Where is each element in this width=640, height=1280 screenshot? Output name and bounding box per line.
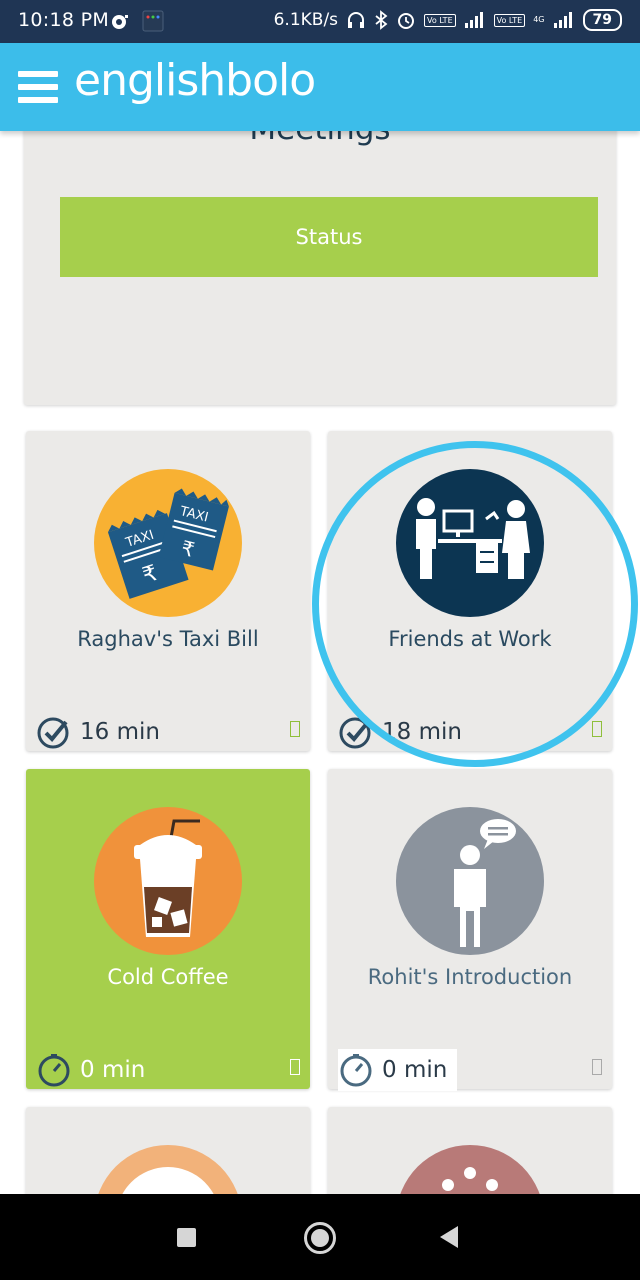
lesson-duration: 0 min (36, 1049, 151, 1091)
app-header: englishbolo (0, 43, 640, 131)
app-notification-icon (142, 10, 164, 32)
lock-icon (290, 1059, 300, 1075)
duration-text: 0 min (80, 1057, 146, 1083)
lesson-title: Cold Coffee (107, 965, 229, 989)
status-left-icons (110, 10, 164, 32)
status-button[interactable]: Status (60, 197, 598, 277)
menu-icon[interactable] (18, 71, 58, 105)
lock-icon (592, 721, 602, 737)
volte-badge-2: Vo LTE (493, 13, 526, 27)
duration-text: 0 min (382, 1057, 448, 1083)
headphones-icon (348, 12, 365, 28)
status-right: 6.1KB/s Vo LTE Vo LTE 4G 79 (274, 9, 622, 31)
status-time: 10:18 PM (18, 9, 110, 31)
system-nav-bar (0, 1194, 640, 1280)
lesson-card-partial-2[interactable] (328, 1107, 612, 1194)
person-speaking-icon (396, 807, 544, 955)
meetings-title: Meetings (24, 131, 616, 147)
lock-icon (592, 1059, 602, 1075)
lesson-card-cold-coffee[interactable]: Cold Coffee 0 min (26, 769, 310, 1089)
office-colleagues-icon (396, 469, 544, 617)
status-bar: 10:18 PM 6.1KB/s Vo LTE Vo LTE 4G 79 (0, 0, 640, 43)
bluetooth-icon (375, 10, 388, 30)
signal-icon-1 (464, 12, 483, 28)
lesson-duration: 0 min (338, 1049, 458, 1091)
duration-text: 18 min (382, 719, 462, 745)
lesson-card-partial-1[interactable] (26, 1107, 310, 1194)
timer-check-icon (339, 717, 371, 749)
lesson-duration: 18 min (338, 711, 468, 753)
timer-check-icon (37, 717, 69, 749)
home-icon[interactable] (304, 1222, 336, 1254)
app-logo: englishbolo (74, 55, 316, 106)
network-speed: 6.1KB/s (273, 10, 339, 30)
lesson-card-friends-at-work[interactable]: Friends at Work 18 min (328, 431, 612, 751)
battery-indicator: 79 (582, 9, 622, 31)
notification-icon (112, 15, 128, 29)
lesson-title: Friends at Work (388, 627, 552, 651)
recent-apps-icon[interactable] (177, 1228, 196, 1247)
lesson-list[interactable]: Meetings Status TAXI ₹ TAXI ₹ (0, 131, 640, 1194)
duration-text: 16 min (80, 719, 160, 745)
taxi-receipts-icon: TAXI ₹ TAXI ₹ (94, 469, 242, 617)
lesson-card-rohits-introduction[interactable]: Rohit's Introduction 0 min (328, 769, 612, 1091)
alarm-icon (398, 13, 415, 29)
lesson-partial-icon (396, 1145, 544, 1194)
lesson-partial-icon (94, 1145, 242, 1194)
back-icon[interactable] (440, 1226, 458, 1248)
lesson-title: Rohit's Introduction (367, 965, 573, 989)
timer-icon (340, 1054, 372, 1087)
lesson-duration: 16 min (36, 711, 166, 753)
lesson-card-raghavs-taxi-bill[interactable]: TAXI ₹ TAXI ₹ Raghav's Taxi Bill 16 min (26, 431, 310, 751)
lock-icon (290, 721, 300, 737)
volte-badge-1: Vo LTE (424, 13, 456, 27)
meetings-card: Meetings Status (24, 131, 616, 405)
lesson-title: Raghav's Taxi Bill (77, 627, 259, 651)
network-type: 4G (533, 15, 545, 24)
iced-coffee-icon (94, 807, 242, 955)
timer-icon (38, 1054, 70, 1087)
signal-icon-2 (553, 12, 572, 28)
